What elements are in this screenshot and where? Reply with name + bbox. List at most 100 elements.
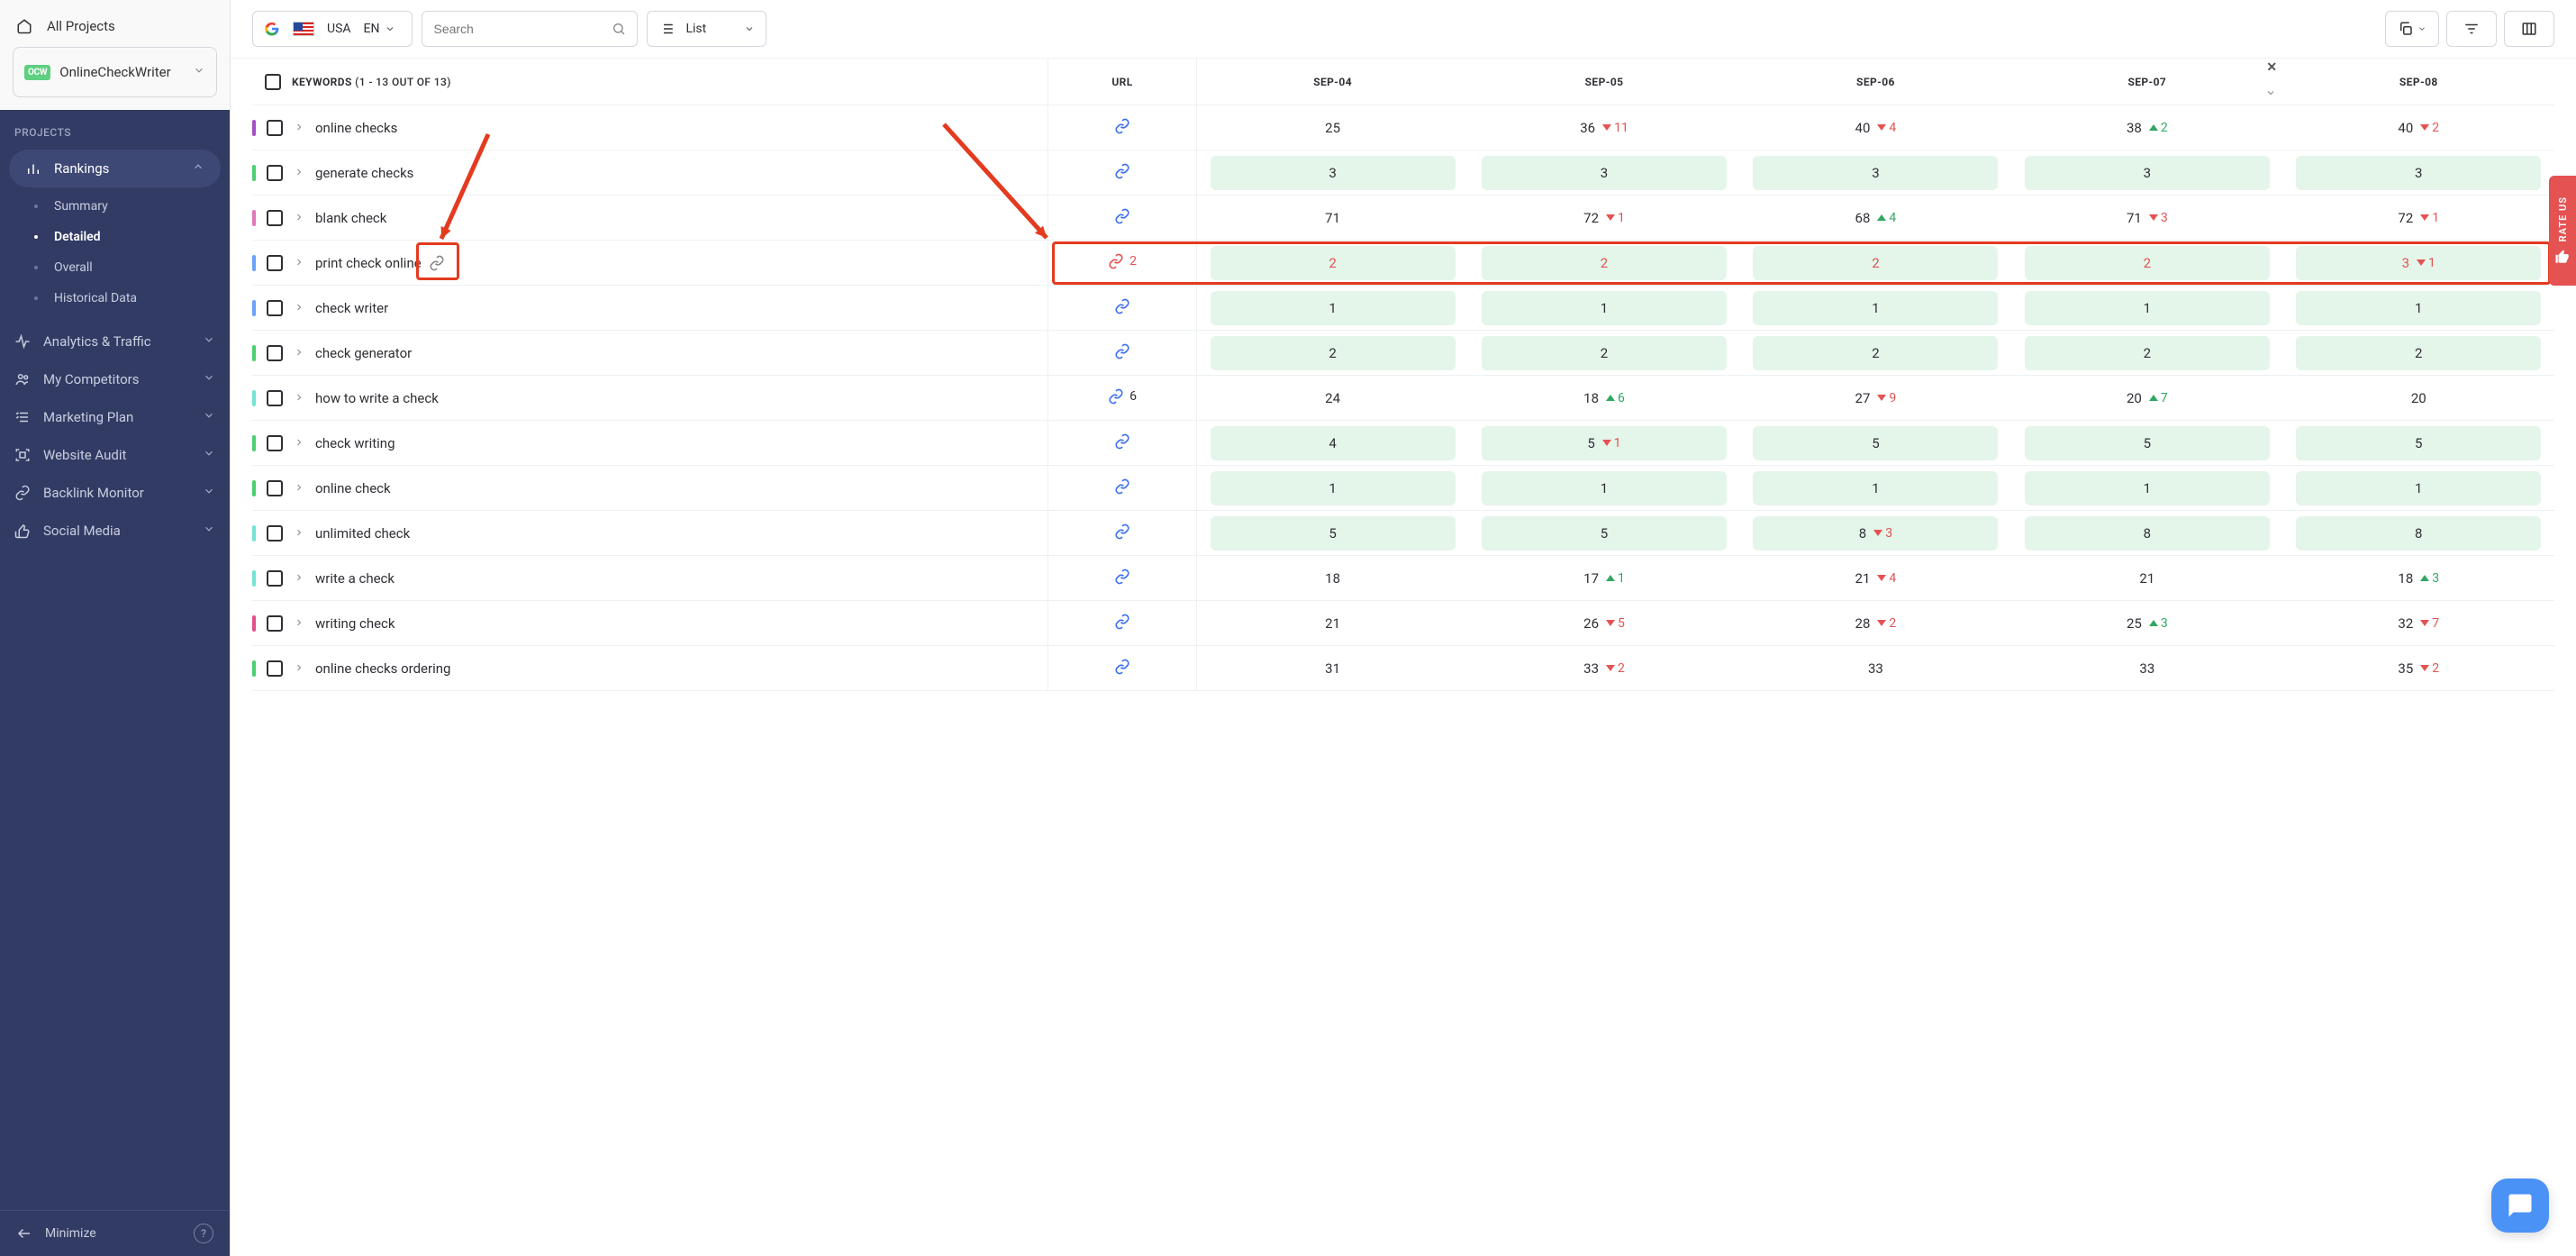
url-cell[interactable]: [1048, 421, 1197, 466]
project-selector[interactable]: OCW OnlineCheckWriter: [13, 47, 217, 97]
link-icon[interactable]: [1114, 163, 1130, 179]
row-checkbox[interactable]: [267, 525, 283, 542]
row-checkbox[interactable]: [267, 660, 283, 677]
chevron-right-icon[interactable]: [294, 570, 304, 587]
nav-item-marketing-plan[interactable]: Marketing Plan: [0, 398, 230, 436]
chevron-right-icon[interactable]: [294, 255, 304, 271]
link-icon[interactable]: 6: [1108, 388, 1137, 405]
subnav-summary[interactable]: Summary: [0, 191, 230, 222]
row-checkbox[interactable]: [267, 615, 283, 632]
url-cell[interactable]: 2: [1048, 241, 1197, 286]
col-keywords[interactable]: KEYWORDS (1 - 13 OUT OF 13): [252, 59, 1048, 105]
chevron-right-icon[interactable]: [294, 660, 304, 677]
chevron-right-icon[interactable]: [294, 615, 304, 632]
nav-item-my-competitors[interactable]: My Competitors: [0, 360, 230, 398]
url-cell[interactable]: 6: [1048, 376, 1197, 421]
link-icon[interactable]: [429, 255, 445, 271]
chevron-right-icon[interactable]: [294, 210, 304, 226]
link-icon[interactable]: [1114, 433, 1130, 450]
nav-item-rankings[interactable]: Rankings: [9, 150, 221, 187]
search-input[interactable]: [433, 22, 595, 36]
chevron-right-icon[interactable]: [294, 390, 304, 406]
chevron-right-icon[interactable]: [294, 120, 304, 136]
rank-cell: 3: [1197, 150, 1468, 196]
row-checkbox[interactable]: [267, 120, 283, 136]
url-cell[interactable]: [1048, 556, 1197, 601]
search-engine-selector[interactable]: USA EN: [252, 11, 413, 47]
all-projects-link[interactable]: All Projects: [13, 13, 217, 47]
rank-value: 33: [1583, 660, 1599, 677]
col-date-0[interactable]: SEP-04: [1197, 59, 1468, 105]
chevron-right-icon[interactable]: [294, 435, 304, 451]
link-icon[interactable]: [1114, 343, 1130, 360]
rank-value: 5: [2144, 435, 2151, 451]
link-icon[interactable]: [1114, 614, 1130, 630]
arrow-left-icon: [16, 1225, 32, 1242]
keyword-cell: check writing: [252, 421, 1048, 466]
url-cell[interactable]: [1048, 105, 1197, 150]
link-icon[interactable]: [1114, 298, 1130, 314]
row-stripe: [252, 525, 256, 542]
link-icon[interactable]: [1114, 659, 1130, 675]
rank-value: 1: [1872, 480, 1879, 496]
close-icon[interactable]: ✕: [2266, 60, 2277, 75]
nav-item-analytics-traffic[interactable]: Analytics & Traffic: [0, 323, 230, 360]
rank-cell: 1: [1740, 466, 2011, 511]
subnav-historical-data[interactable]: Historical Data: [0, 283, 230, 314]
keyword-cell: check generator: [252, 331, 1048, 376]
row-checkbox[interactable]: [267, 210, 283, 226]
chevron-right-icon[interactable]: [294, 345, 304, 361]
chevron-right-icon[interactable]: [294, 480, 304, 496]
rate-us-tab[interactable]: RATE US: [2549, 176, 2576, 286]
row-checkbox[interactable]: [267, 300, 283, 316]
rank-cell: 2: [1197, 241, 1468, 286]
url-cell[interactable]: [1048, 601, 1197, 646]
row-checkbox[interactable]: [267, 390, 283, 406]
chevron-right-icon[interactable]: [294, 300, 304, 316]
chevron-right-icon[interactable]: [294, 165, 304, 181]
row-checkbox[interactable]: [267, 165, 283, 181]
url-cell[interactable]: [1048, 150, 1197, 196]
minimize-button[interactable]: Minimize ?: [0, 1210, 230, 1256]
col-date-4[interactable]: SEP-08: [2283, 59, 2554, 105]
url-cell[interactable]: [1048, 331, 1197, 376]
link-icon[interactable]: [1114, 118, 1130, 134]
col-date-3[interactable]: ✕ SEP-07: [2011, 59, 2282, 105]
chat-button[interactable]: [2491, 1179, 2549, 1233]
url-cell[interactable]: [1048, 196, 1197, 241]
url-cell[interactable]: [1048, 466, 1197, 511]
view-selector[interactable]: List: [647, 11, 766, 47]
row-checkbox[interactable]: [267, 435, 283, 451]
link-icon[interactable]: [1114, 208, 1130, 224]
row-checkbox[interactable]: [267, 345, 283, 361]
link-icon[interactable]: [1114, 478, 1130, 495]
chevron-down-icon[interactable]: [2265, 87, 2276, 101]
nav-item-backlink-monitor[interactable]: Backlink Monitor: [0, 474, 230, 512]
row-checkbox[interactable]: [267, 570, 283, 587]
row-stripe: [252, 390, 256, 406]
col-date-2[interactable]: SEP-06: [1740, 59, 2011, 105]
link-icon[interactable]: 2: [1108, 253, 1137, 269]
url-cell[interactable]: [1048, 286, 1197, 331]
url-cell[interactable]: [1048, 646, 1197, 691]
filter-button[interactable]: [2446, 11, 2497, 47]
nav-item-social-media[interactable]: Social Media: [0, 512, 230, 550]
subnav-detailed[interactable]: Detailed: [0, 222, 230, 252]
subnav-overall[interactable]: Overall: [0, 252, 230, 283]
url-cell[interactable]: [1048, 511, 1197, 556]
col-date-1[interactable]: SEP-05: [1468, 59, 1739, 105]
copy-button[interactable]: [2385, 11, 2439, 47]
select-all-checkbox[interactable]: [265, 74, 281, 90]
col-url[interactable]: URL: [1048, 59, 1197, 105]
link-icon[interactable]: [1114, 569, 1130, 585]
nav-item-website-audit[interactable]: Website Audit: [0, 436, 230, 474]
row-checkbox[interactable]: [267, 480, 283, 496]
columns-button[interactable]: [2504, 11, 2554, 47]
rank-cell: 1: [1468, 466, 1739, 511]
search-box[interactable]: [422, 11, 638, 47]
chevron-right-icon[interactable]: [294, 525, 304, 542]
rankings-table: KEYWORDS (1 - 13 OUT OF 13) URL SEP-04 S…: [252, 59, 2554, 691]
link-icon[interactable]: [1114, 523, 1130, 540]
help-icon[interactable]: ?: [194, 1224, 213, 1243]
row-checkbox[interactable]: [267, 255, 283, 271]
